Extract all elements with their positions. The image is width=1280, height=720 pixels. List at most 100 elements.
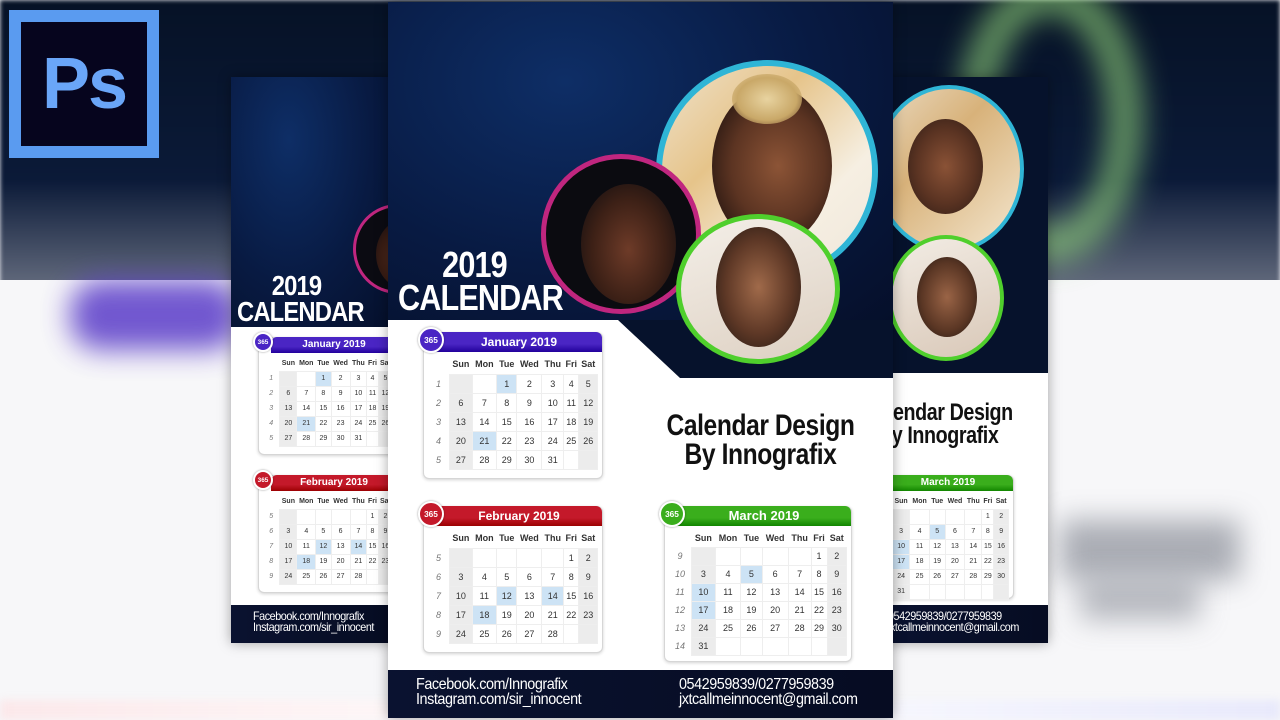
weekday-label: Thu <box>351 497 365 505</box>
week-number: 9 <box>428 624 450 643</box>
blurred-text-block <box>1080 580 1200 620</box>
day-cell: 28 <box>541 623 565 644</box>
weekday-label: Thu <box>966 497 980 505</box>
day-cell: 14 <box>471 411 498 432</box>
day-cell: 9 <box>330 385 351 402</box>
weekday-label: Sat <box>829 532 844 543</box>
weekday-label: Tue <box>931 497 944 505</box>
design-title: Calendar Design By Innografix <box>658 409 863 469</box>
day-cell: 24 <box>541 430 565 451</box>
week-row: 1324252627282930 <box>892 568 1009 585</box>
calendar-grid: Sun Mon Tue Wed Thu Fri Sat 5 1 2 6 3 4 5 6 7 8 9 7 10 11 12 1… <box>263 494 388 585</box>
day-cell: 22 <box>366 553 379 570</box>
day-cell: 2 <box>516 373 543 394</box>
day-cell: 22 <box>981 553 995 570</box>
day-cell: 26 <box>315 568 332 585</box>
day-cell: 19 <box>740 600 763 620</box>
day-cell: 30 <box>516 449 543 470</box>
weekday-label: Wed <box>333 359 348 367</box>
email-address: jxtcallmeinnocent@gmail.com <box>888 620 1019 635</box>
week-row: 1110111213141516 <box>892 538 1009 555</box>
day-cell: 8 <box>315 385 332 402</box>
day-cell: 10 <box>349 385 368 402</box>
day-cell: 4 <box>714 564 742 584</box>
week-number: 6 <box>428 567 450 586</box>
day-cell: 5 <box>496 566 518 587</box>
day-cell <box>787 546 812 566</box>
day-cell: 6 <box>449 392 473 413</box>
day-cell: 5 <box>740 564 763 584</box>
photo-circle-bottom <box>676 214 840 364</box>
day-cell: 1 <box>315 370 332 387</box>
day-cell: 11 <box>471 585 498 606</box>
day-cell: 15 <box>366 538 379 555</box>
day-cell: 26 <box>496 623 518 644</box>
calendar-grid: Sun Mon Tue Wed Thu Fri Sat 1 1 2 3 4 5 2 6 7 8 9 10 11 12 3 1… <box>428 355 598 470</box>
week-row: 103456789 <box>669 564 848 584</box>
day-cell: 4 <box>909 523 930 540</box>
day-cell: 27 <box>449 449 473 470</box>
day-cell: 27 <box>761 618 789 638</box>
day-cell <box>541 547 565 568</box>
day-cell <box>928 508 946 525</box>
poster-footer: Facebook.com/Innografix Instagram.com/si… <box>231 605 396 643</box>
day-cell: 25 <box>471 623 498 644</box>
week-row: 1110111213141516 <box>669 582 848 602</box>
day-cell: 24 <box>691 618 716 638</box>
day-cell: 25 <box>909 568 930 585</box>
day-cell <box>496 547 518 568</box>
day-cell: 22 <box>496 430 518 451</box>
week-row: 9 24 25 26 27 28 <box>263 568 388 585</box>
day-cell: 8 <box>810 564 828 584</box>
day-cell: 10 <box>541 392 565 413</box>
day-cell <box>810 636 828 656</box>
week-number: 10 <box>669 565 692 583</box>
day-cell: 20 <box>516 604 543 625</box>
week-number: 2 <box>263 386 280 401</box>
day-cell: 11 <box>563 392 580 413</box>
calendar-grid: Sun Mon Tue Wed Thu Fri Sat 1 1 2 3 4 5 2 6 7 8 9 10 11 12 3 1… <box>263 356 388 447</box>
day-cell: 19 <box>928 553 946 570</box>
day-cell <box>578 449 598 470</box>
weekday-label: Sun <box>694 532 712 543</box>
week-row: 7 10 11 12 13 14 15 16 <box>428 585 598 606</box>
week-row: 5 27 28 29 30 31 <box>428 449 598 470</box>
day-cell: 31 <box>541 449 565 470</box>
week-row: 63456789 <box>428 566 598 587</box>
day-cell: 28 <box>471 449 498 470</box>
day-cell: 15 <box>981 538 995 555</box>
week-row: 1431 <box>669 636 848 656</box>
day-cell: 14 <box>541 585 565 606</box>
calendar-month-header: January 2019 <box>436 332 602 352</box>
day-cell: 17 <box>279 553 298 570</box>
day-cell <box>714 546 742 566</box>
day-cell: 22 <box>315 415 332 432</box>
day-cell: 23 <box>993 553 1009 570</box>
day-cell <box>516 547 543 568</box>
week-row: 5 12 <box>428 547 598 568</box>
day-cell: 2 <box>330 370 351 387</box>
day-cell: 5 <box>928 523 946 540</box>
day-cell: 23 <box>826 600 848 620</box>
blurred-text-block <box>1060 520 1240 580</box>
weekday-label: Mon <box>475 533 494 544</box>
weekday-label: Thu <box>544 533 562 544</box>
day-cell: 20 <box>279 415 298 432</box>
calendar-month-header: February 2019 <box>436 506 602 526</box>
day-cell: 4 <box>471 566 498 587</box>
day-cell <box>315 508 332 525</box>
day-cell <box>330 508 351 525</box>
weekday-label: Sat <box>995 497 1007 505</box>
day-cell <box>366 568 379 585</box>
day-cell: 27 <box>944 568 966 585</box>
day-cell: 10 <box>691 582 716 602</box>
day-cell: 4 <box>563 373 580 394</box>
day-cell: 14 <box>349 538 368 555</box>
day-cell: 11 <box>909 538 930 555</box>
day-cell <box>449 373 473 394</box>
day-cell: 23 <box>330 415 351 432</box>
day-cell: 21 <box>349 553 368 570</box>
design-title-line1: Calendar Design <box>666 409 855 442</box>
day-cell: 26 <box>578 430 598 451</box>
blurred-purple-header <box>70 280 240 350</box>
